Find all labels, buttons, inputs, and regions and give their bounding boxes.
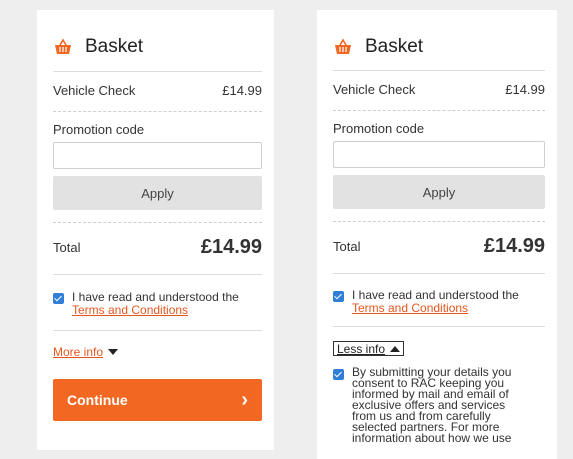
terms-statement: I have read and understood the [352, 288, 519, 302]
checkbox-checked-icon[interactable] [333, 291, 344, 302]
divider [53, 274, 262, 275]
basket-header: Basket [333, 35, 423, 59]
total-row: Total £14.99 [333, 233, 545, 259]
divider [333, 110, 545, 111]
divider [53, 222, 262, 223]
terms-checkbox-row[interactable]: I have read and understood the Terms and… [333, 289, 519, 315]
marketing-consent-row[interactable]: By submitting your details you consent t… [333, 365, 545, 445]
total-label: Total [53, 239, 81, 255]
apply-button[interactable]: Apply [53, 176, 262, 210]
divider [333, 221, 545, 222]
terms-link[interactable]: Terms and Conditions [352, 301, 468, 315]
divider [53, 111, 262, 112]
promo-code-label: Promotion code [333, 121, 425, 136]
promo-code-label: Promotion code [53, 122, 145, 137]
page-title: Basket [365, 36, 424, 57]
divider [333, 70, 545, 71]
continue-button[interactable]: Continue › [53, 379, 262, 421]
promo-code-input[interactable] [53, 142, 262, 169]
continue-label: Continue [67, 392, 128, 408]
divider [53, 71, 262, 72]
checkbox-checked-icon[interactable] [333, 369, 344, 380]
basket-line-item: Vehicle Check £14.99 [333, 79, 545, 99]
terms-text: I have read and understood the Terms and… [72, 291, 239, 317]
basket-panel-expanded: Basket Vehicle Check £14.99 Promotion co… [317, 10, 557, 459]
item-label: Vehicle Check [333, 81, 416, 97]
terms-text: I have read and understood the Terms and… [352, 289, 519, 315]
less-info-toggle[interactable]: Less info [333, 341, 405, 356]
page-title: Basket [85, 36, 144, 57]
item-price: £14.99 [222, 82, 262, 98]
more-info-toggle[interactable]: More info [53, 345, 119, 359]
divider [333, 326, 545, 327]
basket-header: Basket [53, 35, 143, 59]
divider [53, 330, 262, 331]
more-info-label[interactable]: More info [53, 345, 103, 359]
basket-line-item: Vehicle Check £14.99 [53, 80, 262, 100]
item-price: £14.99 [505, 81, 545, 97]
triangle-up-icon [390, 345, 401, 352]
item-label: Vehicle Check [53, 82, 136, 98]
terms-checkbox-row[interactable]: I have read and understood the Terms and… [53, 291, 239, 317]
apply-button[interactable]: Apply [333, 175, 545, 209]
checkbox-checked-icon[interactable] [53, 293, 64, 304]
consent-text: By submitting your details you consent t… [352, 365, 512, 445]
total-label: Total [333, 238, 361, 254]
basket-panel-collapsed: Basket Vehicle Check £14.99 Promotion co… [37, 10, 274, 450]
total-value: £14.99 [200, 235, 262, 258]
promo-code-input[interactable] [333, 141, 545, 168]
chevron-right-icon: › [241, 388, 248, 411]
basket-icon [55, 38, 71, 54]
less-info-label[interactable]: Less info [337, 342, 385, 356]
basket-icon [335, 38, 351, 54]
terms-link[interactable]: Terms and Conditions [72, 303, 188, 317]
terms-statement: I have read and understood the [72, 290, 239, 304]
total-row: Total £14.99 [53, 234, 262, 260]
total-value: £14.99 [483, 234, 545, 257]
triangle-down-icon [108, 349, 119, 355]
divider [333, 273, 545, 274]
